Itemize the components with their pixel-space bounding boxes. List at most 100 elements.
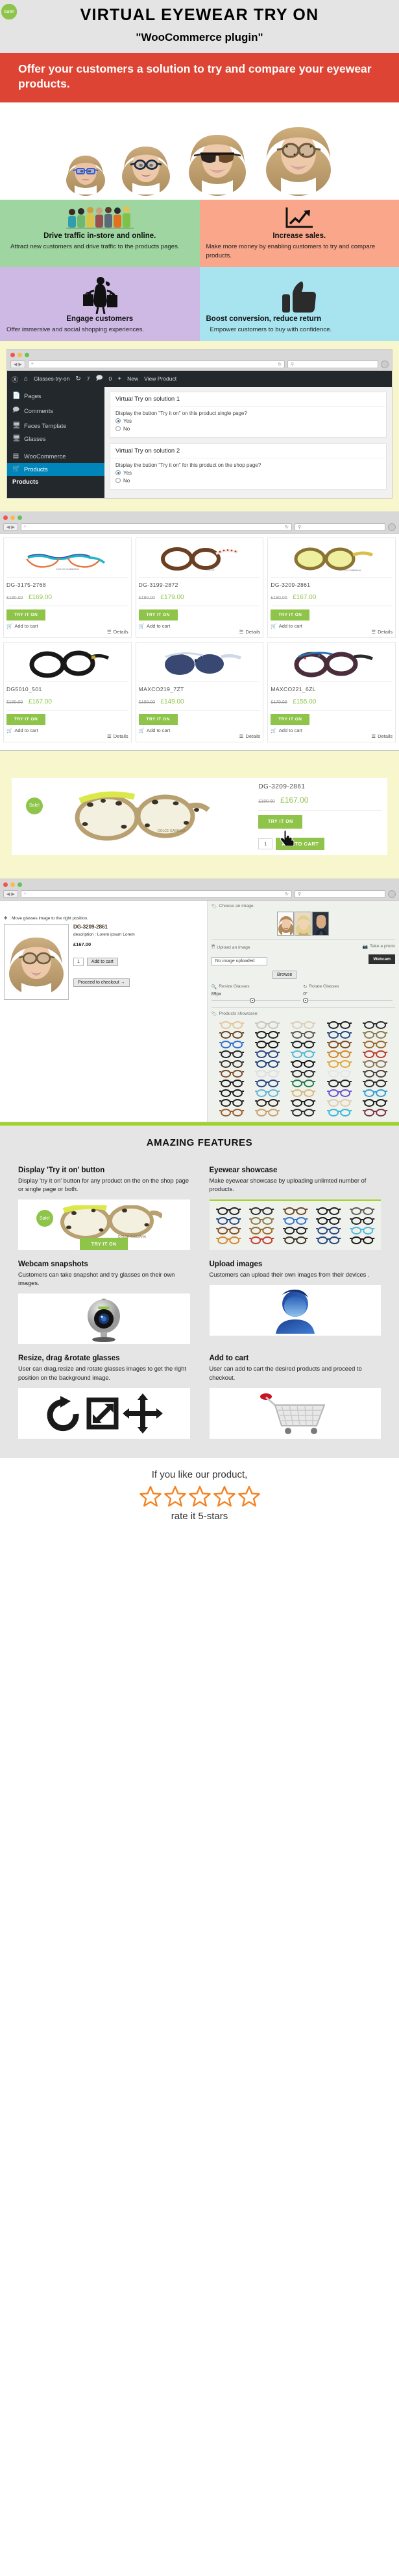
address-bar[interactable]: + ↻ [20,890,292,898]
radio-no-icon[interactable] [115,478,121,484]
star-icon[interactable] [237,1485,260,1507]
sidebar-item-glasses[interactable]: 🖥 Glasses [7,432,104,445]
sidebar-item-woocommerce[interactable]: ▤ WooCommerce [7,450,104,463]
star-icon[interactable] [213,1485,236,1507]
glasses-thumbnail[interactable] [357,1079,393,1087]
glasses-thumbnail[interactable] [214,1069,249,1078]
browser-search-input[interactable]: ⚲ [287,360,378,368]
glasses-thumbnail[interactable] [357,1021,393,1029]
nav-back-forward[interactable]: ◀ ▶ [3,523,18,531]
minimize-icon[interactable] [10,515,15,520]
tryon-photo-canvas[interactable] [4,923,69,1000]
glasses-thumbnail[interactable] [250,1030,285,1039]
glasses-thumbnail[interactable] [250,1059,285,1068]
product-card[interactable]: DOLCE Sale! DG-3199-2872 £190.00 £179.00… [1,4,264,638]
glasses-thumbnail[interactable] [322,1069,357,1078]
plus-icon[interactable]: + [117,375,121,383]
glasses-thumbnail[interactable] [357,1069,393,1078]
window-controls[interactable] [10,351,389,359]
glasses-thumbnail[interactable] [285,1021,320,1029]
product-card[interactable]: DOLCE-GABBANA Sale! DG-3175-2768 £180.00… [1,4,132,638]
slider-knob[interactable] [250,997,256,1003]
glasses-thumbnail[interactable] [245,1236,278,1245]
glasses-thumbnail[interactable] [214,1098,249,1107]
glasses-thumbnail[interactable] [357,1050,393,1058]
browser-avatar[interactable] [388,523,396,531]
glasses-thumbnail[interactable] [312,1236,345,1245]
glasses-thumbnail[interactable] [214,1050,249,1058]
glasses-thumbnail[interactable] [357,1059,393,1068]
details-link[interactable]: ☰ Details [271,733,393,739]
glasses-thumbnail[interactable] [245,1216,278,1225]
details-link[interactable]: ☰ Details [271,629,393,635]
home-icon[interactable]: ⌂ [24,375,28,383]
glasses-thumbnail[interactable] [312,1226,345,1235]
star-rating[interactable] [0,1485,399,1507]
glasses-showcase-grid[interactable] [212,1019,395,1117]
glasses-thumbnail[interactable] [250,1050,285,1058]
glasses-thumbnail[interactable] [214,1030,249,1039]
product-card[interactable]: DOLCE-GABBANA Sale! DG-3209-2861 £180.00… [1,4,396,638]
radio-option-yes[interactable]: Yes [115,418,381,424]
face-thumb-man[interactable] [312,911,330,936]
glasses-thumbnail[interactable] [285,1040,320,1048]
glasses-thumbnail[interactable] [357,1108,393,1117]
glasses-thumbnail[interactable] [285,1030,320,1039]
glasses-thumbnail[interactable] [214,1021,249,1029]
maximize-icon[interactable] [18,515,22,520]
face-thumb-brunette[interactable] [277,911,295,936]
glasses-thumbnail[interactable] [322,1059,357,1068]
radio-option-no[interactable]: No [115,426,381,432]
glasses-thumbnail[interactable] [346,1226,379,1235]
glasses-thumbnail[interactable] [322,1050,357,1058]
browser-search-input[interactable]: ⚲ [295,523,385,531]
rotate-slider[interactable] [303,997,395,1003]
glasses-thumbnail[interactable] [279,1216,312,1225]
wordpress-logo-icon[interactable]: Ⓧ [12,374,18,384]
glasses-thumbnail[interactable] [250,1108,285,1117]
try-it-on-button[interactable]: TRY IT ON [138,713,178,725]
star-icon[interactable] [188,1485,211,1507]
address-bar[interactable]: + ↻ [27,360,285,368]
product-card[interactable]: Sale! MAXCO221_6ZL £170.00 £155.00 TRY I… [1,4,396,742]
glasses-thumbnail[interactable] [214,1059,249,1068]
glasses-thumbnail[interactable] [250,1040,285,1048]
glasses-thumbnail[interactable] [312,1207,345,1216]
maximize-icon[interactable] [25,352,29,357]
glasses-thumbnail[interactable] [322,1108,357,1117]
address-bar[interactable]: + ↻ [20,523,292,531]
radio-no-icon[interactable] [115,426,121,432]
resize-slider[interactable] [211,997,304,1003]
glasses-thumbnail[interactable] [285,1050,320,1058]
glasses-thumbnail[interactable] [212,1207,245,1216]
glasses-thumbnail[interactable] [250,1098,285,1107]
details-link[interactable]: ☰ Details [6,733,128,739]
glasses-thumbnail[interactable] [212,1236,245,1245]
glasses-thumbnail[interactable] [250,1069,285,1078]
add-to-cart-link[interactable]: 🛒 Add to cart [139,727,261,733]
sidebar-subitem-products[interactable]: Products [7,476,104,488]
try-it-on-button[interactable]: TRY IT ON [138,609,178,620]
glasses-thumbnail[interactable] [279,1226,312,1235]
add-to-cart-link[interactable]: 🛒 Add to cart [139,623,261,629]
quantity-input[interactable]: 1 [258,838,273,849]
minimize-icon[interactable] [10,882,15,887]
upload-file-field[interactable]: No image uploaded [211,956,267,965]
radio-yes-icon[interactable] [115,418,121,424]
glasses-thumbnail[interactable] [214,1089,249,1097]
minimize-icon[interactable] [18,352,22,357]
glasses-thumbnail[interactable] [279,1236,312,1245]
glasses-thumbnail[interactable] [357,1040,393,1048]
window-controls[interactable] [3,514,396,521]
glasses-thumbnail[interactable] [322,1040,357,1048]
glasses-thumbnail[interactable] [312,1216,345,1225]
close-icon[interactable] [3,882,8,887]
glasses-thumbnail[interactable] [322,1021,357,1029]
add-to-cart-link[interactable]: 🛒 Add to cart [271,727,393,733]
glasses-thumbnail[interactable] [214,1108,249,1117]
browser-search-input[interactable]: ⚲ [295,890,385,898]
star-icon[interactable] [163,1485,186,1507]
slider-knob[interactable] [303,997,309,1003]
quantity-input[interactable]: 1 [73,957,84,966]
details-link[interactable]: ☰ Details [139,629,261,635]
